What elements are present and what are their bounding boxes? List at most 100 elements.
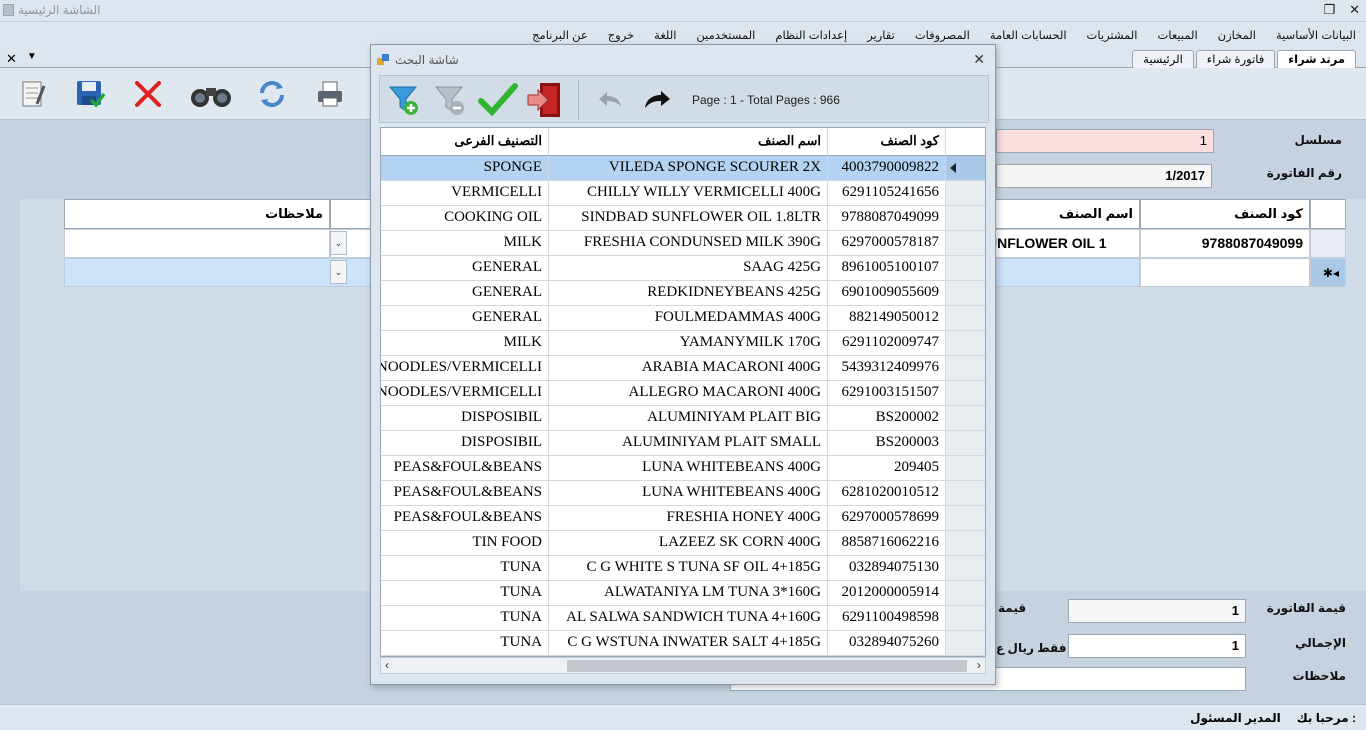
scroll-left-icon[interactable]: ‹ [385, 658, 389, 672]
cell-code[interactable]: BS200002 [828, 406, 946, 431]
new-row-code-input[interactable] [1140, 258, 1310, 287]
tab-purchase-return[interactable]: مرتد شراء [1277, 50, 1356, 68]
cell-subcategory[interactable]: NOODLES/VERMICELLI [381, 356, 549, 381]
cell-name[interactable]: ARABIA MACARONI 400G [549, 356, 828, 381]
table-row[interactable]: COOKING OIL SINDBAD SUNFLOWER OIL 1.8LTR 9… [381, 206, 985, 231]
table-row-name[interactable]: UNFLOWER OIL 1 [980, 229, 1140, 258]
refresh-icon[interactable] [254, 76, 290, 112]
confirm-check-icon[interactable] [478, 80, 518, 120]
cell-code[interactable]: 6291105241656 [828, 181, 946, 206]
cell-subcategory[interactable]: TIN FOOD [381, 531, 549, 556]
table-row[interactable]: DISPOSIBIL ALUMINIYAM PLAIT BIG BS200002 [381, 406, 985, 431]
menu-item-exit[interactable]: خروج [608, 28, 634, 42]
cell-code[interactable]: 4003790009822 [828, 156, 946, 181]
cell-code[interactable]: 6901009055609 [828, 281, 946, 306]
cell-subcategory[interactable]: MILK [381, 331, 549, 356]
invoice-value-field[interactable]: 1 [1068, 599, 1246, 623]
cell-subcategory[interactable]: GENERAL [381, 306, 549, 331]
table-row[interactable]: GENERAL FOULMEDAMMAS 400G 882149050012 [381, 306, 985, 331]
cell-name[interactable]: C G WSTUNA INWATER SALT 4+185G [549, 631, 828, 656]
tab-home[interactable]: الرئيسية [1132, 50, 1194, 68]
cell-name[interactable]: CHILLY WILLY VERMICELLI 400G [549, 181, 828, 206]
cell-code[interactable]: 032894075260 [828, 631, 946, 656]
add-filter-icon[interactable] [384, 80, 424, 120]
table-row-selector[interactable] [1310, 229, 1346, 258]
cell-subcategory[interactable]: TUNA [381, 631, 549, 656]
cell-name[interactable]: LUNA WHITEBEANS 400G [549, 481, 828, 506]
cell-subcategory[interactable]: PEAS&FOUL&BEANS [381, 481, 549, 506]
cell-subcategory[interactable]: MILK [381, 231, 549, 256]
scroll-right-icon[interactable]: › [977, 658, 981, 672]
menu-item-basic-data[interactable]: البيانات الأساسية [1276, 28, 1356, 42]
cell-subcategory[interactable]: SPONGE [381, 156, 549, 181]
menu-item-language[interactable]: اللغة [654, 28, 676, 42]
cell-name[interactable]: ALUMINIYAM PLAIT BIG [549, 406, 828, 431]
cell-name[interactable]: LAZEEZ SK CORN 400G [549, 531, 828, 556]
cell-name[interactable]: REDKIDNEYBEANS 425G [549, 281, 828, 306]
total-field[interactable]: 1 [1068, 634, 1246, 658]
remove-filter-icon[interactable] [430, 80, 470, 120]
table-row[interactable]: GENERAL REDKIDNEYBEANS 425G 6901009055609 [381, 281, 985, 306]
row-selector[interactable] [946, 556, 985, 581]
chevron-down-icon[interactable]: ⌄ [330, 231, 347, 255]
back-arrow-icon[interactable] [590, 80, 630, 120]
menu-item-purchases[interactable]: المشتريات [1087, 28, 1138, 42]
cell-name[interactable]: LUNA WHITEBEANS 400G [549, 456, 828, 481]
cell-subcategory[interactable]: TUNA [381, 581, 549, 606]
forward-arrow-icon[interactable] [638, 80, 678, 120]
restore-window-icon[interactable]: ❐ [1323, 2, 1335, 18]
cell-name[interactable]: YAMANYMILK 170G [549, 331, 828, 356]
table-row[interactable]: MILK FRESHIA CONDUNSED MILK 390G 629700057… [381, 231, 985, 256]
cell-subcategory[interactable]: DISPOSIBIL [381, 431, 549, 456]
cell-name[interactable]: FOULMEDAMMAS 400G [549, 306, 828, 331]
cell-name[interactable]: VILEDA SPONGE SCOURER 2X [549, 156, 828, 181]
cell-subcategory[interactable]: GENERAL [381, 281, 549, 306]
new-row-selector[interactable]: ✱◂ [1310, 258, 1346, 287]
table-row[interactable]: TUNA ALWATANIYA LM TUNA 3*160G 20120000059… [381, 581, 985, 606]
row-selector[interactable] [946, 431, 985, 456]
cell-code[interactable]: 6297000578699 [828, 506, 946, 531]
row-selector[interactable] [946, 506, 985, 531]
cell-name[interactable]: FRESHIA CONDUNSED MILK 390G [549, 231, 828, 256]
cell-code[interactable]: 6291102009747 [828, 331, 946, 356]
table-row[interactable]: TUNA C G WHITE S TUNA SF OIL 4+185G 032894… [381, 556, 985, 581]
cell-code[interactable]: 882149050012 [828, 306, 946, 331]
table-row[interactable]: PEAS&FOUL&BEANS LUNA WHITEBEANS 400G 20940… [381, 456, 985, 481]
cell-code[interactable]: 8858716062216 [828, 531, 946, 556]
cell-name[interactable]: ALLEGRO MACARONI 400G [549, 381, 828, 406]
delete-icon[interactable] [130, 76, 166, 112]
menu-item-users[interactable]: المستخدمين [696, 28, 755, 42]
tab-list-icon[interactable]: ▼ [27, 51, 37, 67]
row-selector[interactable] [946, 631, 985, 656]
row-selector[interactable] [946, 356, 985, 381]
cell-code[interactable]: 6291003151507 [828, 381, 946, 406]
table-row[interactable]: GENERAL SAAG 425G 8961005100107 [381, 256, 985, 281]
serial-field[interactable]: 1 [996, 129, 1214, 153]
cell-code[interactable]: 9788087049099 [828, 206, 946, 231]
row-selector[interactable] [946, 156, 985, 181]
cell-name[interactable]: C G WHITE S TUNA SF OIL 4+185G [549, 556, 828, 581]
exit-door-icon[interactable] [526, 80, 566, 120]
row-selector[interactable] [946, 181, 985, 206]
cell-subcategory[interactable]: VERMICELLI [381, 181, 549, 206]
cell-code[interactable]: 6291100498598 [828, 606, 946, 631]
row-selector[interactable] [946, 281, 985, 306]
print-icon[interactable] [312, 76, 348, 112]
menu-item-sales[interactable]: المبيعات [1158, 28, 1198, 42]
chevron-down-icon[interactable]: ⌄ [330, 260, 347, 284]
column-header-subcategory[interactable]: التصنيف الفرعى [381, 128, 549, 156]
table-row[interactable]: MILK YAMANYMILK 170G 6291102009747 [381, 331, 985, 356]
table-row[interactable]: PEAS&FOUL&BEANS FRESHIA HONEY 400G 6297000… [381, 506, 985, 531]
search-binoculars-icon[interactable] [188, 76, 234, 112]
cell-name[interactable]: AL SALWA SANDWICH TUNA 4+160G [549, 606, 828, 631]
cell-subcategory[interactable]: TUNA [381, 606, 549, 631]
menu-item-system-settings[interactable]: إعدادات النظام [775, 28, 847, 42]
row-selector[interactable] [946, 456, 985, 481]
cell-subcategory[interactable]: COOKING OIL [381, 206, 549, 231]
horizontal-scrollbar[interactable]: ‹ › [380, 657, 986, 674]
row-selector[interactable] [946, 306, 985, 331]
table-row[interactable]: TUNA C G WSTUNA INWATER SALT 4+185G 032894… [381, 631, 985, 656]
table-row[interactable]: VERMICELLI CHILLY WILLY VERMICELLI 400G 62… [381, 181, 985, 206]
invoice-number-field[interactable]: 1/2017 [996, 164, 1212, 188]
column-header-code[interactable]: كود الصنف [828, 128, 946, 156]
